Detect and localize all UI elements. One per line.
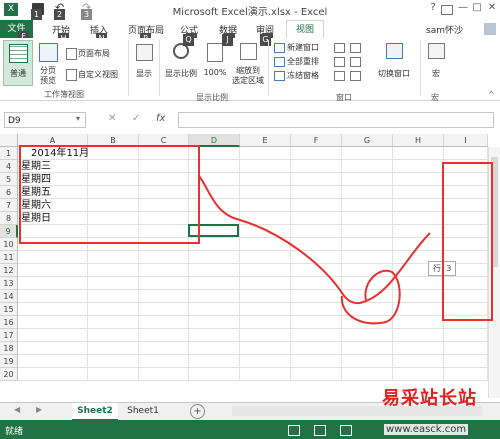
watermark-text: 易采站长站 <box>382 388 477 409</box>
page-break-status-icon[interactable] <box>340 425 352 436</box>
next-sheet-icon[interactable]: ▶ <box>36 405 42 414</box>
annotation-arrow-curve <box>198 175 431 305</box>
annotation-loop <box>340 269 401 325</box>
prev-sheet-icon[interactable]: ◀ <box>14 405 20 414</box>
red-annotation-drawing <box>19 145 493 325</box>
annotation-box-left <box>19 145 200 244</box>
sheet-tab-sheet1[interactable]: Sheet1 <box>120 403 166 419</box>
status-ready: 就绪 <box>5 427 24 437</box>
watermark-url: www.easck.com <box>384 424 469 435</box>
normal-view-status-icon[interactable] <box>288 425 300 436</box>
annotation-box-right <box>442 162 493 321</box>
sheet-tab-sheet2[interactable]: Sheet2 <box>72 403 118 421</box>
add-sheet-button[interactable]: + <box>190 404 205 419</box>
page-layout-status-icon[interactable] <box>314 425 326 436</box>
